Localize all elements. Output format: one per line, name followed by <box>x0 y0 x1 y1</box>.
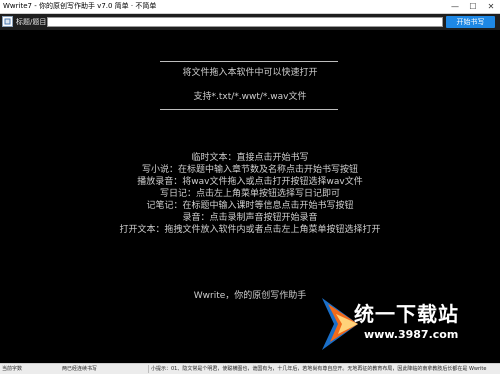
close-button[interactable]: ✕ <box>482 0 500 13</box>
window-title: Wwrite7 - 你的原创写作助手 v7.0 简单 · 不简单 <box>3 2 157 10</box>
watermark-logo: 统一下载站 www.3987.com <box>318 292 500 358</box>
divider-bottom <box>160 109 338 110</box>
minimize-button[interactable]: — <box>446 0 464 13</box>
supported-formats: 支持*.txt/*.wwt/*.wav文件 <box>193 92 307 102</box>
status-bar: 当前字数 两已经连续书写 小提示：01、隐文常是个明君，使聪横图也，诡国有为，十… <box>0 363 500 374</box>
instruction-line: 录音：点击录制声音按钮开始录音 <box>182 213 318 223</box>
title-label: 标题/题目: <box>16 18 49 26</box>
instruction-line: 临时文本：直接点击开始书写 <box>191 153 309 163</box>
watermark-site-name: 统一下载站 <box>354 302 459 326</box>
instruction-line: 打开文本：拖拽文件放入软件内或者点击左上角菜单按钮选择打开 <box>119 225 381 235</box>
start-writing-button[interactable]: 开始书写 <box>446 16 495 28</box>
title-input[interactable] <box>47 17 443 27</box>
tip-text: 小提示：01、隐文常是个明君，使聪横图也，诡国有为，十几年后，若地尚有尊自应开。… <box>151 366 487 372</box>
menu-icon-glyph <box>4 18 11 25</box>
status-divider <box>148 365 149 373</box>
word-count: 当前字数 <box>2 366 23 372</box>
instruction-line: 播放录音：将wav文件拖入或点击打开按钮选择wav文件 <box>137 177 363 187</box>
menu-icon[interactable] <box>2 16 13 27</box>
toolbar: 标题/题目: 开始书写 <box>0 14 500 30</box>
title-bar: Wwrite7 - 你的原创写作助手 v7.0 简单 · 不简单 — ☐ ✕ <box>0 0 500 14</box>
app-window: Wwrite7 - 你的原创写作助手 v7.0 简单 · 不简单 — ☐ ✕ 标… <box>0 0 500 374</box>
divider-top <box>160 61 338 62</box>
autosave-status: 两已经连续书写 <box>62 366 98 372</box>
drag-hint: 将文件拖入本软件中可以快速打开 <box>182 68 318 78</box>
window-controls: — ☐ ✕ <box>446 0 500 13</box>
instruction-line: 记笔记：在标题中输入课时等信息点击开始书写按钮 <box>146 201 354 211</box>
maximize-button[interactable]: ☐ <box>464 0 482 13</box>
watermark-url: www.3987.com <box>364 328 459 341</box>
instruction-line: 写小说：在标题中输入章节数及名称点击开始书写按钮 <box>141 165 358 175</box>
instruction-line: 写日记：点击左上角菜单按钮选择写日记即可 <box>159 189 340 199</box>
